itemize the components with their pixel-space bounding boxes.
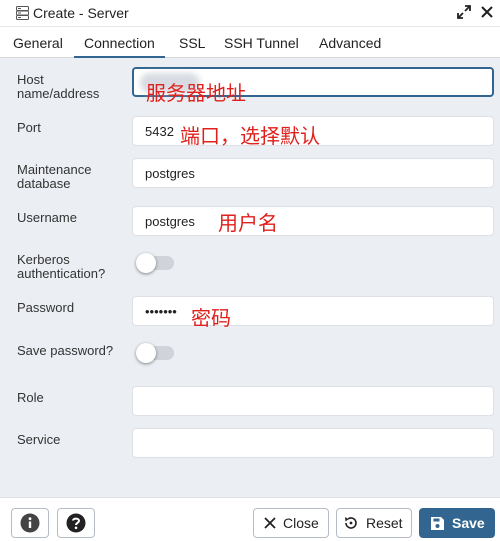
tab-ssl[interactable]: SSL	[179, 28, 205, 58]
service-label: Service	[17, 432, 61, 447]
save-icon	[431, 517, 444, 530]
password-annotation: 密码	[191, 306, 231, 330]
reset-icon	[345, 517, 357, 529]
close-icon	[264, 517, 276, 529]
tab-ssh-tunnel[interactable]: SSH Tunnel	[224, 28, 299, 58]
username-input[interactable]: postgres	[132, 206, 494, 236]
dialog-footer: Close Reset Save	[0, 497, 500, 541]
role-label: Role	[17, 390, 44, 405]
help-icon	[66, 513, 86, 533]
reset-button[interactable]: Reset	[336, 508, 412, 538]
title-bar: Create - Server	[0, 0, 500, 27]
kerberos-toggle[interactable]	[136, 253, 174, 273]
tab-advanced[interactable]: Advanced	[319, 28, 381, 58]
host-label: Host name/address	[17, 72, 100, 101]
info-icon	[20, 513, 40, 533]
server-icon	[16, 6, 29, 20]
kerberos-label: Kerberos authentication?	[17, 252, 106, 281]
tab-connection[interactable]: Connection	[74, 28, 165, 58]
maintenance-db-label: Maintenance database	[17, 162, 92, 191]
close-button[interactable]: Close	[253, 508, 329, 538]
port-label: Port	[17, 120, 41, 135]
password-input[interactable]: •••••••	[132, 296, 494, 326]
save-password-toggle[interactable]	[136, 343, 174, 363]
toggle-knob	[136, 253, 156, 273]
host-annotation: 服务器地址	[146, 81, 246, 105]
username-label: Username	[17, 210, 77, 225]
close-icon[interactable]	[479, 4, 495, 20]
connection-form: Host name/address 服务器地址 Port 5432 端口，选择默…	[0, 58, 500, 497]
port-annotation: 端口，选择默认	[180, 124, 320, 148]
save-password-label: Save password?	[17, 343, 114, 358]
role-input[interactable]	[132, 386, 494, 416]
password-label: Password	[17, 300, 75, 315]
username-annotation: 用户名	[218, 211, 278, 235]
help-button[interactable]	[57, 508, 95, 538]
expand-icon[interactable]	[456, 4, 472, 20]
tab-general[interactable]: General	[13, 28, 63, 58]
tab-bar: General Connection SSL SSH Tunnel Advanc…	[0, 28, 500, 58]
save-button[interactable]: Save	[419, 508, 495, 538]
info-button[interactable]	[11, 508, 49, 538]
service-input[interactable]	[132, 428, 494, 458]
dialog-title: Create - Server	[33, 5, 129, 21]
toggle-knob	[136, 343, 156, 363]
maintenance-db-input[interactable]: postgres	[132, 158, 494, 188]
